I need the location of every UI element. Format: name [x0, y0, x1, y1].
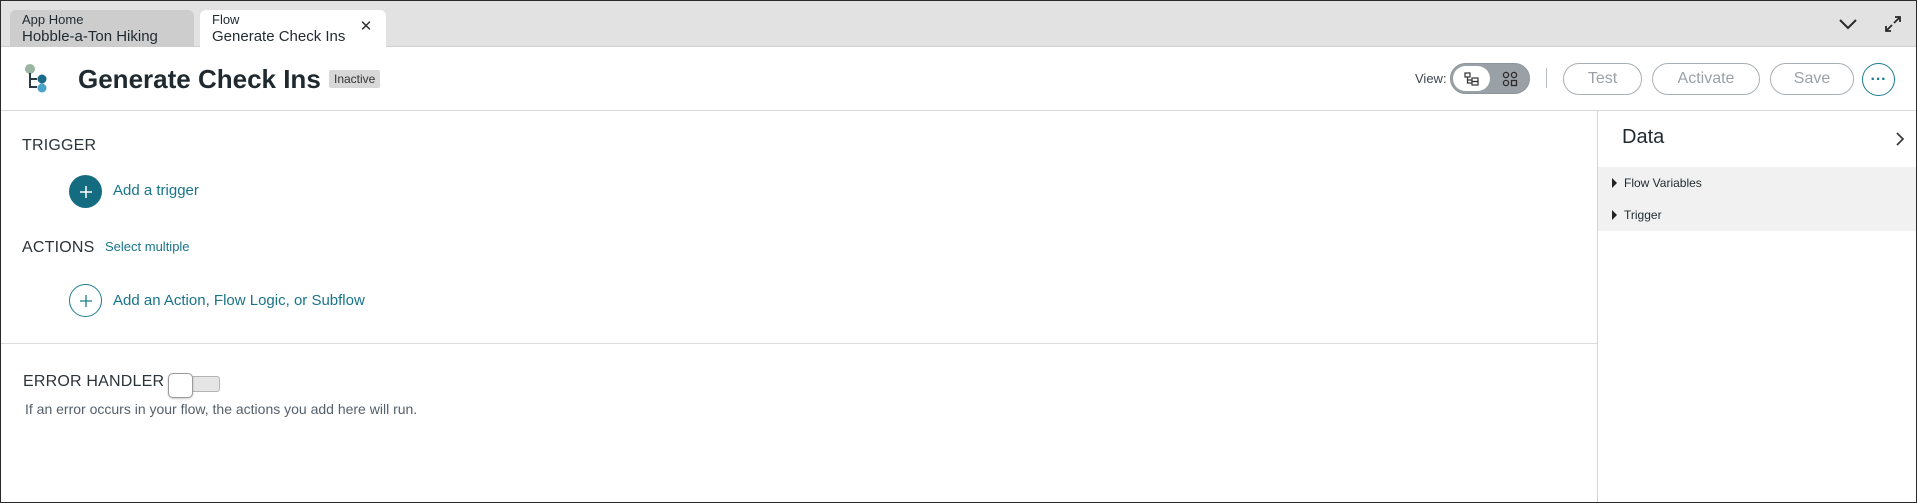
- section-divider: [1, 343, 1598, 344]
- tab-strip: App Home Hobble-a-Ton Hiking Flow Genera…: [1, 1, 1916, 47]
- flow-icon: [23, 63, 53, 95]
- error-handler-toggle[interactable]: [168, 373, 220, 398]
- data-panel-title: Data: [1622, 126, 1665, 148]
- tree-item-flow-variables[interactable]: Flow Variables: [1598, 167, 1916, 199]
- tab-name-label: Hobble-a-Ton Hiking: [22, 28, 158, 45]
- add-action-link[interactable]: Add an Action, Flow Logic, or Subflow: [113, 292, 365, 309]
- tree-item-label: Trigger: [1624, 208, 1662, 222]
- error-handler-label: ERROR HANDLER: [23, 373, 165, 390]
- flow-header: Generate Check Ins Inactive View: Test A…: [1, 47, 1916, 111]
- data-tree: Flow Variables Trigger: [1598, 167, 1916, 231]
- view-toggle[interactable]: [1450, 63, 1530, 94]
- select-multiple-link[interactable]: Select multiple: [105, 239, 190, 254]
- diagram-view-icon[interactable]: [1491, 66, 1528, 91]
- expand-icon[interactable]: [1880, 11, 1906, 37]
- tab-name-label: Generate Check Ins: [212, 28, 346, 45]
- save-button[interactable]: Save: [1770, 63, 1854, 95]
- chevron-right-icon[interactable]: [1892, 129, 1908, 149]
- tab-type-label: App Home: [22, 12, 84, 27]
- add-trigger-link[interactable]: Add a trigger: [113, 182, 199, 199]
- tree-view-icon[interactable]: [1453, 66, 1490, 91]
- flow-designer-window: App Home Hobble-a-Ton Hiking Flow Genera…: [0, 0, 1917, 503]
- add-trigger-icon[interactable]: [69, 175, 102, 208]
- status-badge: Inactive: [329, 70, 381, 88]
- actions-section-label: ACTIONS: [22, 239, 95, 256]
- toggle-knob: [168, 373, 193, 398]
- error-handler-help: If an error occurs in your flow, the act…: [25, 401, 418, 417]
- data-panel: Data Flow Variables Trigger: [1597, 111, 1916, 502]
- tab-app-home[interactable]: App Home Hobble-a-Ton Hiking: [10, 10, 194, 47]
- trigger-section-label: TRIGGER: [22, 137, 97, 154]
- activate-button[interactable]: Activate: [1652, 63, 1760, 95]
- tab-type-label: Flow: [212, 12, 240, 27]
- tab-flow[interactable]: Flow Generate Check Ins ✕: [200, 10, 386, 47]
- tree-item-trigger[interactable]: Trigger: [1598, 199, 1916, 231]
- tree-item-label: Flow Variables: [1624, 176, 1702, 190]
- close-icon[interactable]: ✕: [358, 19, 374, 35]
- view-label: View:: [1415, 71, 1447, 86]
- add-action-icon[interactable]: [69, 284, 102, 317]
- caret-right-icon: [1612, 178, 1617, 188]
- flow-canvas: TRIGGER Add a trigger ACTIONS Select mul…: [1, 111, 1598, 502]
- more-options-icon[interactable]: ···: [1862, 63, 1895, 96]
- caret-right-icon: [1612, 210, 1617, 220]
- chevron-down-icon[interactable]: [1835, 11, 1861, 37]
- page-title: Generate Check Ins: [78, 64, 321, 94]
- header-divider: [1546, 68, 1547, 88]
- test-button[interactable]: Test: [1563, 63, 1642, 95]
